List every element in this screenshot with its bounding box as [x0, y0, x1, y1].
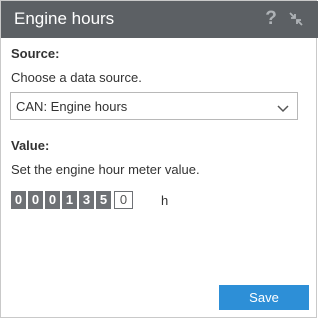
chevron-down-icon	[277, 101, 289, 113]
collapse-arrows-icon[interactable]	[288, 11, 304, 27]
hour-digit[interactable]: 0	[28, 191, 43, 209]
dialog-title: Engine hours	[14, 9, 115, 28]
source-hint: Choose a data source.	[11, 70, 142, 85]
title-bar: Engine hours ?	[1, 1, 318, 38]
data-source-select[interactable]: CAN: Engine hours	[10, 92, 298, 120]
save-button[interactable]: Save	[219, 285, 309, 310]
help-icon[interactable]: ?	[263, 8, 279, 30]
value-hint: Set the engine hour meter value.	[11, 162, 200, 177]
hour-digit[interactable]: 3	[79, 191, 94, 209]
hour-digit[interactable]: 0	[11, 191, 26, 209]
hour-meter-input[interactable]: 0 0 0 1 3 5 0	[11, 191, 133, 209]
data-source-selected-value: CAN: Engine hours	[16, 99, 128, 114]
source-heading: Source:	[11, 46, 60, 61]
unit-label: h	[161, 193, 169, 208]
engine-hours-dialog: Engine hours ? Source: Choose a data sou…	[0, 0, 318, 318]
hour-digit[interactable]: 5	[96, 191, 111, 209]
hour-digit[interactable]: 0	[45, 191, 60, 209]
hour-digit[interactable]: 1	[62, 191, 77, 209]
value-heading: Value:	[11, 138, 50, 153]
fraction-digit[interactable]: 0	[114, 191, 133, 209]
